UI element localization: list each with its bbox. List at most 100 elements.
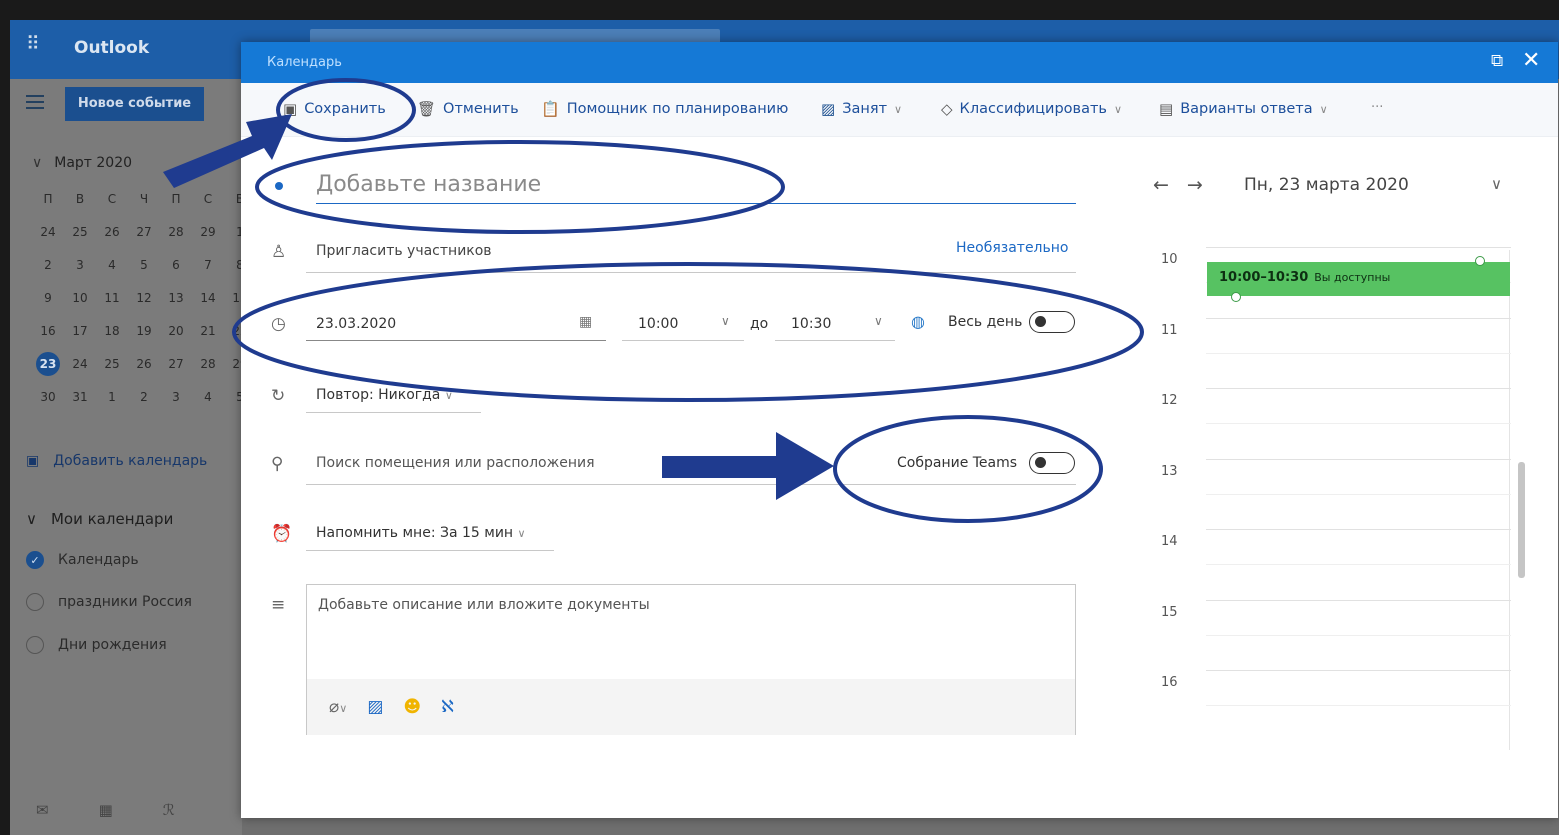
end-time-input[interactable]: 10:30 bbox=[791, 316, 831, 332]
calendar-day[interactable]: 13 bbox=[160, 291, 192, 305]
insert-image-icon[interactable]: ▨ bbox=[367, 697, 383, 717]
title-input[interactable]: Добавьте название bbox=[316, 170, 1076, 204]
calendar-day[interactable]: 26 bbox=[96, 225, 128, 239]
scheduling-assistant-button[interactable]: 📋 Помощник по планированию bbox=[541, 100, 788, 118]
emoji-icon[interactable]: ☻ bbox=[403, 697, 421, 717]
start-date-input[interactable]: 23.03.2020 bbox=[316, 316, 396, 332]
calendar-day[interactable]: 24 bbox=[32, 225, 64, 239]
calendar-day[interactable]: 4 bbox=[192, 390, 224, 404]
event-time: 10:00–10:30 bbox=[1219, 270, 1309, 285]
calendar-day[interactable]: 3 bbox=[64, 258, 96, 272]
calendar-day[interactable]: 23 bbox=[36, 351, 60, 376]
chevron-down-icon: ∨ bbox=[1113, 102, 1123, 116]
calendar-day[interactable]: 11 bbox=[96, 291, 128, 305]
mail-icon[interactable]: ✉ bbox=[36, 801, 49, 819]
calendar-day[interactable]: 4 bbox=[96, 258, 128, 272]
calendar-day[interactable]: 28 bbox=[192, 357, 224, 371]
busy-dropdown[interactable]: ▨ Занят ∨ bbox=[821, 100, 902, 118]
location-input[interactable]: Поиск помещения или расположения bbox=[316, 455, 595, 471]
discard-button[interactable]: 🗑 Отменить bbox=[417, 100, 519, 118]
hamburger-icon[interactable] bbox=[26, 95, 44, 97]
event-block[interactable]: 10:00–10:30 Вы доступны bbox=[1207, 262, 1510, 296]
module-switcher: ✉ ▦ ℛ bbox=[36, 801, 175, 819]
calendar-day[interactable]: 24 bbox=[64, 357, 96, 371]
calendar-day[interactable]: 2 bbox=[128, 390, 160, 404]
calendar-picker-icon[interactable]: ▦ bbox=[579, 314, 592, 330]
calendar-day[interactable]: 19 bbox=[128, 324, 160, 338]
my-calendars-label: Мои календари bbox=[50, 510, 174, 528]
day-view-date[interactable]: Пн, 23 марта 2020 bbox=[1244, 175, 1409, 195]
timezone-globe-icon[interactable]: ◍ bbox=[911, 312, 925, 331]
chevron-down-icon[interactable]: ∨ bbox=[874, 314, 883, 328]
calendar-day[interactable]: 12 bbox=[128, 291, 160, 305]
teams-meeting-toggle[interactable] bbox=[1029, 452, 1075, 474]
calendar-day[interactable]: 10 bbox=[64, 291, 96, 305]
more-options-button[interactable]: ··· bbox=[1371, 100, 1383, 115]
start-time-input[interactable]: 10:00 bbox=[638, 316, 678, 332]
calendar-day[interactable]: 3 bbox=[160, 390, 192, 404]
end-time-underline bbox=[775, 340, 895, 341]
popout-icon[interactable]: ⧉ bbox=[1491, 51, 1503, 71]
app-launcher-icon[interactable]: ⠿ bbox=[26, 35, 40, 54]
calendar-item-birthdays[interactable]: Дни рождения bbox=[26, 636, 167, 654]
response-options-dropdown[interactable]: ▤ Варианты ответа ∨ bbox=[1159, 100, 1328, 118]
calendar-day[interactable]: 25 bbox=[96, 357, 128, 371]
calendar-day[interactable]: 30 bbox=[32, 390, 64, 404]
calendar-item-calendar[interactable]: ✓ Календарь bbox=[26, 551, 139, 569]
calendar-day[interactable]: 6 bbox=[160, 258, 192, 272]
calendar-icon[interactable]: ▦ bbox=[99, 801, 113, 819]
calendar-day[interactable]: 28 bbox=[160, 225, 192, 239]
calendar-day[interactable]: 27 bbox=[160, 357, 192, 371]
calendar-item-label: Дни рождения bbox=[58, 637, 167, 653]
calendar-day[interactable]: 2 bbox=[32, 258, 64, 272]
calendar-day[interactable]: 17 bbox=[64, 324, 96, 338]
attendees-input[interactable]: Пригласить участников bbox=[316, 243, 492, 259]
description-placeholder: Добавьте описание или вложите документы bbox=[318, 597, 650, 613]
unchecked-circle-icon bbox=[26, 593, 44, 611]
chevron-down-icon[interactable]: ∨ bbox=[721, 314, 730, 328]
chevron-down-icon: ∨ bbox=[517, 527, 526, 540]
weekday-label: Ч bbox=[139, 191, 149, 206]
chevron-down-icon: ∨ bbox=[1319, 102, 1328, 116]
calendar-day[interactable]: 26 bbox=[128, 357, 160, 371]
start-time-underline bbox=[622, 340, 744, 341]
people-icon[interactable]: ℛ bbox=[163, 801, 175, 819]
arrow-right-icon[interactable]: → bbox=[1187, 174, 1203, 196]
calendar-item-holidays[interactable]: праздники Россия bbox=[26, 593, 192, 611]
calendar-week-row: 23 24 25 26 27 28 29 bbox=[32, 347, 256, 380]
calendar-day[interactable]: 14 bbox=[192, 291, 224, 305]
chevron-down-icon[interactable]: ∨ bbox=[1491, 175, 1502, 193]
new-event-button[interactable]: Новое событие bbox=[65, 87, 204, 121]
calendar-day[interactable]: 9 bbox=[32, 291, 64, 305]
calendar-day[interactable]: 31 bbox=[64, 390, 96, 404]
discard-label: Отменить bbox=[443, 101, 519, 117]
format-painter-icon[interactable]: ℵ bbox=[441, 697, 454, 717]
calendar-day[interactable]: 1 bbox=[96, 390, 128, 404]
busy-icon: ▨ bbox=[821, 100, 836, 118]
attach-icon[interactable]: ⌀∨ bbox=[329, 697, 347, 717]
mini-calendar-month[interactable]: ∨ Март 2020 bbox=[32, 155, 132, 171]
optional-attendees-link[interactable]: Необязательно bbox=[956, 240, 1068, 256]
calendar-day[interactable]: 18 bbox=[96, 324, 128, 338]
reminder-dropdown[interactable]: Напомнить мне: За 15 мин ∨ bbox=[316, 525, 526, 541]
event-resize-handle-top[interactable] bbox=[1475, 256, 1485, 266]
calendar-day[interactable]: 16 bbox=[32, 324, 64, 338]
categorize-dropdown[interactable]: ◇ Классифицировать ∨ bbox=[941, 100, 1122, 118]
calendar-day[interactable]: 21 bbox=[192, 324, 224, 338]
calendar-day[interactable]: 20 bbox=[160, 324, 192, 338]
my-calendars-group[interactable]: ∨ Мои календари bbox=[26, 510, 173, 528]
calendar-day[interactable]: 25 bbox=[64, 225, 96, 239]
calendar-day[interactable]: 27 bbox=[128, 225, 160, 239]
calendar-day[interactable]: 7 bbox=[192, 258, 224, 272]
day-view-scrollbar[interactable] bbox=[1518, 462, 1525, 578]
close-icon[interactable]: ✕ bbox=[1522, 48, 1540, 73]
repeat-dropdown[interactable]: Повтор: Никогда ∨ bbox=[316, 387, 453, 403]
all-day-toggle[interactable] bbox=[1029, 311, 1075, 333]
add-calendar-link[interactable]: ▣ Добавить календарь bbox=[26, 453, 207, 469]
description-editor[interactable]: Добавьте описание или вложите документы … bbox=[306, 584, 1076, 735]
arrow-left-icon[interactable]: ← bbox=[1153, 174, 1169, 196]
calendar-day[interactable]: 29 bbox=[192, 225, 224, 239]
event-resize-handle-bottom[interactable] bbox=[1231, 292, 1241, 302]
calendar-day[interactable]: 5 bbox=[128, 258, 160, 272]
save-button[interactable]: ▣ Сохранить bbox=[283, 100, 386, 118]
